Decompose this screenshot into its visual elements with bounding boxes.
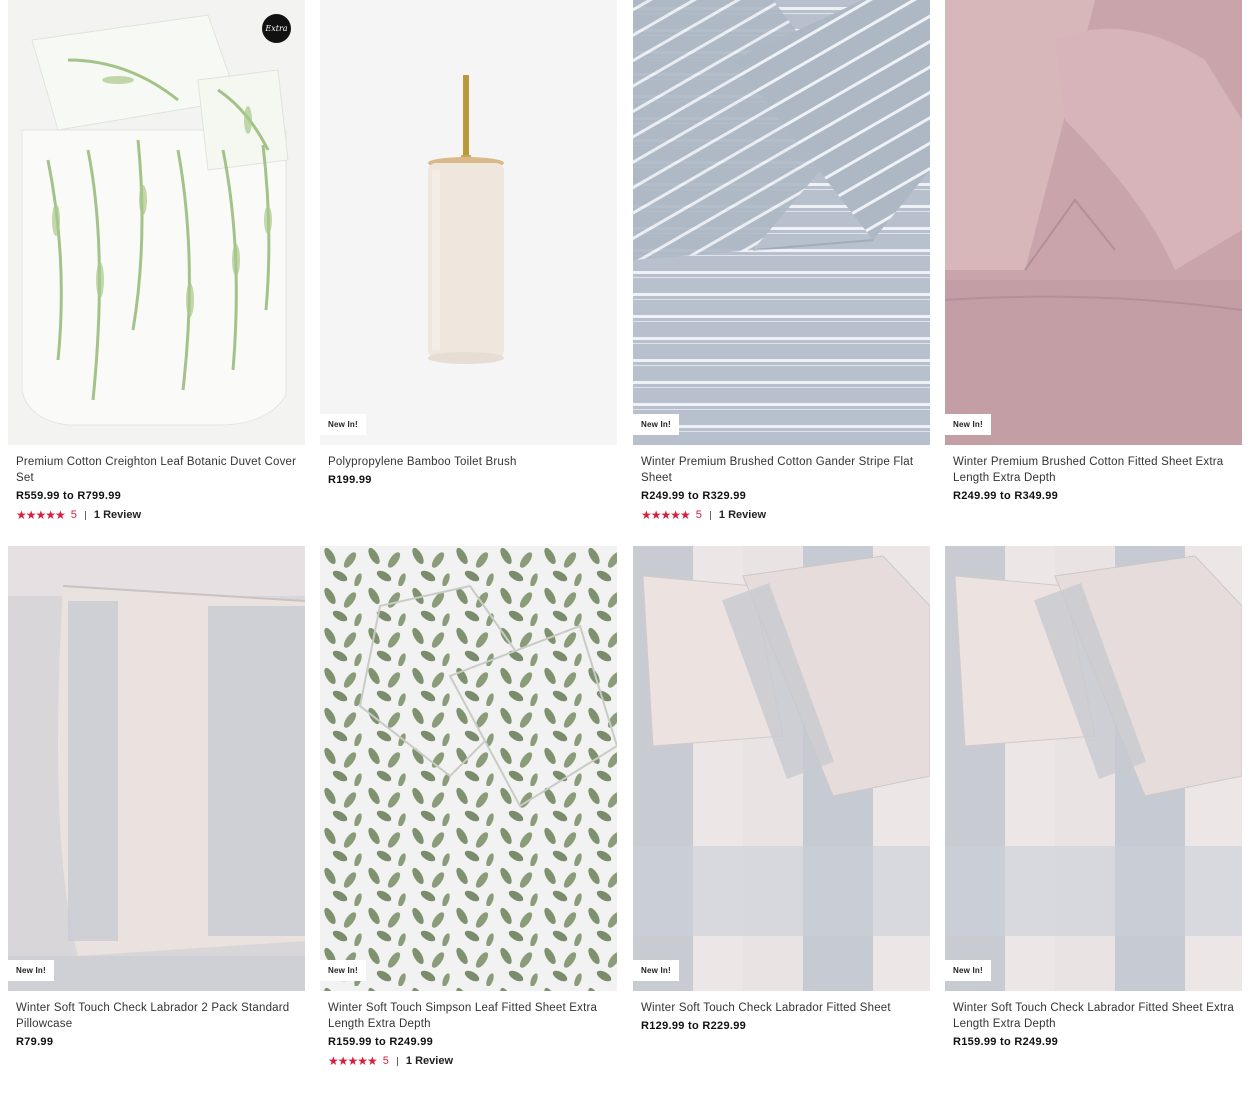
product-title[interactable]: Winter Soft Touch Check Labrador Fitted … xyxy=(641,1000,922,1016)
product-image[interactable]: New In! xyxy=(945,546,1242,991)
product-price: R129.99 to R229.99 xyxy=(641,1020,747,1032)
rating-divider xyxy=(396,1056,398,1066)
product-price: R159.99 to R249.99 xyxy=(328,1036,434,1048)
product-card[interactable]: New In! Winter Premium Brushed Cotton Ga… xyxy=(633,0,930,522)
review-count-link[interactable]: 1 Review xyxy=(406,1055,453,1067)
rating-score: 5 xyxy=(382,1055,389,1067)
product-price: R79.99 xyxy=(16,1036,54,1048)
product-title[interactable]: Winter Soft Touch Check Labrador 2 Pack … xyxy=(16,1000,297,1032)
rating-stars-icon: ★★★★★ xyxy=(641,508,691,522)
product-card[interactable]: New In! Winter Soft Touch Check Labrador… xyxy=(945,546,1242,1048)
product-info: Winter Soft Touch Check Labrador Fitted … xyxy=(945,991,1242,1048)
product-image[interactable]: New In! xyxy=(633,546,930,991)
new-in-badge: New In! xyxy=(633,414,679,435)
rating-score: 5 xyxy=(695,509,702,521)
review-count-link[interactable]: 1 Review xyxy=(719,509,766,521)
product-rating[interactable]: ★★★★★ 5 1 Review xyxy=(16,508,297,522)
product-card[interactable]: New In! Winter Premium Brushed Cotton Fi… xyxy=(945,0,1242,502)
product-image[interactable]: New In! xyxy=(633,0,930,445)
product-title[interactable]: Winter Soft Touch Simpson Leaf Fitted Sh… xyxy=(328,1000,609,1032)
product-title[interactable]: Winter Soft Touch Check Labrador Fitted … xyxy=(953,1000,1234,1032)
product-image[interactable]: New In! xyxy=(320,0,617,445)
product-card[interactable]: New In! Polypropylene Bamboo Toilet Brus… xyxy=(320,0,617,486)
product-price: R249.99 to R329.99 xyxy=(641,490,747,502)
product-image[interactable]: New In! xyxy=(945,0,1242,445)
product-title[interactable]: Premium Cotton Creighton Leaf Botanic Du… xyxy=(16,454,297,486)
product-card[interactable]: New In! Winter Soft Touch Check Labrador… xyxy=(633,546,930,1032)
new-in-badge: New In! xyxy=(945,414,991,435)
extra-logo-badge: Extra xyxy=(262,14,291,43)
product-title[interactable]: Winter Premium Brushed Cotton Gander Str… xyxy=(641,454,922,486)
product-price: R249.99 to R349.99 xyxy=(953,490,1059,502)
product-info: Winter Premium Brushed Cotton Fitted She… xyxy=(945,445,1242,502)
product-info: Polypropylene Bamboo Toilet Brush R199.9… xyxy=(320,445,617,486)
rating-divider xyxy=(709,510,711,520)
new-in-badge: New In! xyxy=(8,960,54,981)
product-image[interactable]: New In! xyxy=(320,546,617,991)
product-title[interactable]: Winter Premium Brushed Cotton Fitted She… xyxy=(953,454,1234,486)
rating-divider xyxy=(84,510,86,520)
product-card[interactable]: New In! Winter Soft Touch Simpson Leaf F… xyxy=(320,546,617,1068)
product-image[interactable]: Extra xyxy=(8,0,305,445)
product-info: Winter Soft Touch Check Labrador Fitted … xyxy=(633,991,930,1032)
product-price: R559.99 to R799.99 xyxy=(16,490,122,502)
rating-stars-icon: ★★★★★ xyxy=(328,1054,378,1068)
new-in-badge: New In! xyxy=(633,960,679,981)
product-rating[interactable]: ★★★★★ 5 1 Review xyxy=(328,1054,609,1068)
product-rating[interactable]: ★★★★★ 5 1 Review xyxy=(641,508,922,522)
product-card[interactable]: New In! Winter Soft Touch Check Labrador… xyxy=(8,546,305,1048)
new-in-badge: New In! xyxy=(320,414,366,435)
product-price: R199.99 xyxy=(328,474,372,486)
product-image[interactable]: New In! xyxy=(8,546,305,991)
review-count-link[interactable]: 1 Review xyxy=(94,509,141,521)
product-title[interactable]: Polypropylene Bamboo Toilet Brush xyxy=(328,454,609,470)
product-info: Winter Soft Touch Simpson Leaf Fitted Sh… xyxy=(320,991,617,1068)
product-card[interactable]: Extra Premium Cotton Creighton Leaf Bota… xyxy=(8,0,305,522)
product-info: Winter Premium Brushed Cotton Gander Str… xyxy=(633,445,930,522)
new-in-badge: New In! xyxy=(320,960,366,981)
product-info: Premium Cotton Creighton Leaf Botanic Du… xyxy=(8,445,305,522)
product-price: R159.99 to R249.99 xyxy=(953,1036,1059,1048)
rating-score: 5 xyxy=(70,509,77,521)
product-info: Winter Soft Touch Check Labrador 2 Pack … xyxy=(8,991,305,1048)
new-in-badge: New In! xyxy=(945,960,991,981)
product-grid: Extra Premium Cotton Creighton Leaf Bota… xyxy=(0,0,1250,1093)
rating-stars-icon: ★★★★★ xyxy=(16,508,66,522)
